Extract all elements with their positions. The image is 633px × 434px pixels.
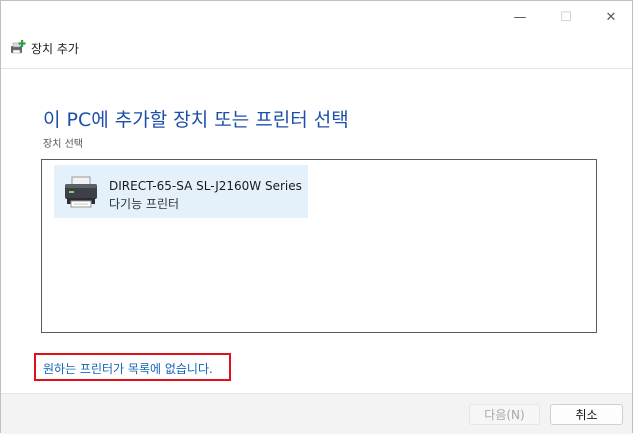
add-device-window: — ☐ ✕ 장치 추가 이 PC에 추가할 장치 또는 프린터 선택 장치 선택 xyxy=(0,0,633,434)
minimize-icon: — xyxy=(513,9,527,25)
title-bar: — ☐ ✕ xyxy=(1,1,632,33)
dialog-title: 장치 추가 xyxy=(31,42,79,56)
close-button[interactable]: ✕ xyxy=(588,1,633,33)
list-item[interactable]: DIRECT-65-SA SL-J2160W Series 다기능 프린터 xyxy=(54,165,308,218)
header-divider xyxy=(1,68,632,69)
maximize-button[interactable]: ☐ xyxy=(543,1,589,33)
dialog-header: 장치 추가 xyxy=(1,33,632,68)
close-icon: ✕ xyxy=(605,9,617,25)
dialog-footer: 다음(N) 취소 xyxy=(1,393,632,434)
next-button[interactable]: 다음(N) xyxy=(469,404,540,425)
maximize-icon: ☐ xyxy=(560,9,572,25)
device-list[interactable]: DIRECT-65-SA SL-J2160W Series 다기능 프린터 xyxy=(41,159,597,333)
printer-not-listed-link[interactable]: 원하는 프린터가 목록에 없습니다. xyxy=(43,360,213,377)
cancel-button[interactable]: 취소 xyxy=(550,404,623,425)
device-type: 다기능 프린터 xyxy=(109,197,180,211)
page-title: 이 PC에 추가할 장치 또는 프린터 선택 xyxy=(43,109,349,131)
highlight-box: 원하는 프린터가 목록에 없습니다. xyxy=(34,353,231,381)
minimize-button[interactable]: — xyxy=(497,1,543,33)
device-select-label: 장치 선택 xyxy=(43,139,83,150)
device-name: DIRECT-65-SA SL-J2160W Series xyxy=(109,179,302,193)
printer-icon xyxy=(65,176,97,208)
add-printer-icon xyxy=(11,40,26,54)
